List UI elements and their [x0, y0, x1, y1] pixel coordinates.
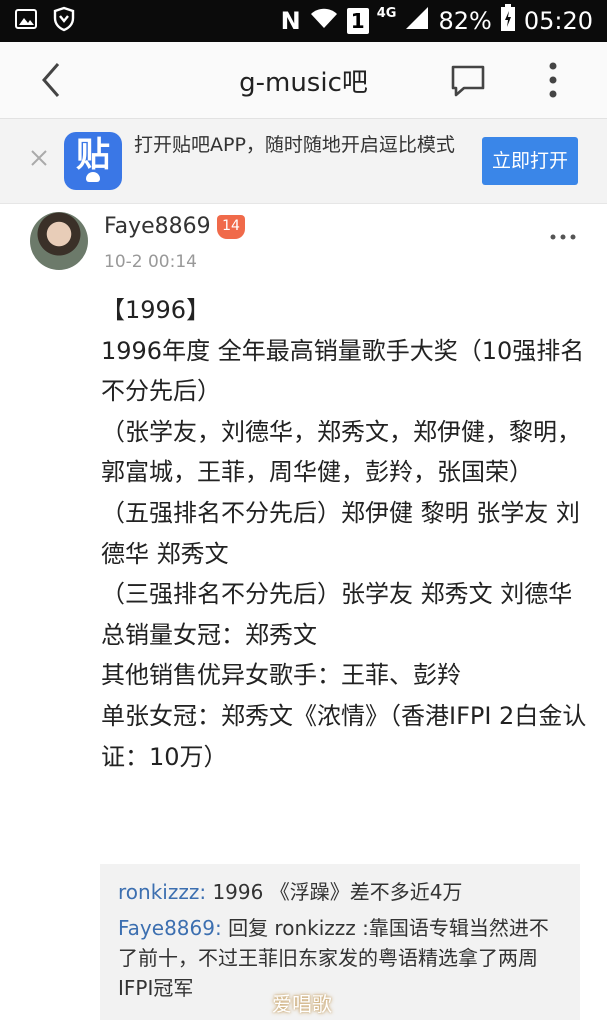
tieba-app-icon: 贴: [64, 132, 122, 190]
chat-icon[interactable]: [450, 64, 486, 102]
comment-text: 1996 《浮躁》差不多近4万: [212, 880, 463, 904]
comment-author[interactable]: ronkizzz: [118, 880, 199, 904]
avatar[interactable]: [30, 212, 88, 270]
post-paragraph: （张学友，刘德华，郑秀文，郑伊健，黎明，郭富城，王菲，周华健，彭羚，张国荣）: [101, 417, 581, 487]
open-app-button[interactable]: 立即打开: [482, 137, 578, 185]
more-vertical-icon[interactable]: [548, 60, 558, 104]
nav-bar: g-music吧: [0, 42, 607, 118]
app-download-banner: 贴 打开贴吧APP，随时随地开启逗比模式 立即打开: [0, 118, 607, 204]
comment-author[interactable]: Faye8869: [118, 916, 215, 940]
signal-icon: [404, 5, 430, 37]
post-content: 【1996】 1996年度 全年最高销量歌手大奖（10强排名不分先后） （张学友…: [101, 290, 587, 777]
post-paragraph: 总销量女冠：郑秀文: [101, 620, 317, 649]
clock: 05:20: [523, 7, 593, 35]
shield-icon: [52, 6, 76, 36]
post-paragraph: 【1996】: [101, 296, 211, 324]
watermark: 爱唱歌: [272, 992, 332, 1016]
post-paragraph: 单张女冠：郑秀文《浓情》（香港IFPI 2白金认证：10万）: [101, 701, 587, 771]
post-paragraph: （三强排名不分先后）张学友 郑秀文 刘德华: [101, 580, 573, 609]
post-paragraph: 其他销售优异女歌手：王菲、彭羚: [101, 661, 461, 690]
banner-message: 打开贴吧APP，随时随地开启逗比模式: [134, 134, 455, 156]
sim-icon: 1: [346, 8, 369, 34]
level-badge: 14: [217, 215, 245, 239]
forum-title: g-music吧: [239, 68, 368, 98]
post-author[interactable]: Faye8869: [104, 214, 211, 239]
gallery-icon: [14, 7, 38, 35]
network-type: 4G: [376, 5, 397, 21]
battery-icon: [500, 4, 516, 38]
comment-item[interactable]: Faye8869: 回复 ronkizzz :靠国语专辑当然进不了前十，不过王菲…: [118, 913, 568, 1003]
close-icon[interactable]: [28, 147, 50, 169]
comment-item[interactable]: ronkizzz: 1996 《浮躁》差不多近4万: [118, 877, 568, 907]
post-paragraph: 1996年度 全年最高销量歌手大奖（10强排名不分先后）: [101, 336, 585, 406]
post-paragraph: （五强排名不分先后）郑伊健 黎明 张学友 刘德华 郑秀文: [101, 498, 580, 568]
wifi-icon: [309, 6, 339, 36]
battery-percent: 82%: [438, 7, 492, 35]
nfc-icon: N: [280, 7, 301, 35]
status-bar: N 1 4G 82% 05:20: [0, 0, 607, 42]
comment-list: ronkizzz: 1996 《浮躁》差不多近4万 Faye8869: 回复 r…: [100, 864, 580, 1020]
post-time: 10-2 00:14: [104, 252, 197, 272]
more-horizontal-icon[interactable]: [550, 226, 576, 245]
